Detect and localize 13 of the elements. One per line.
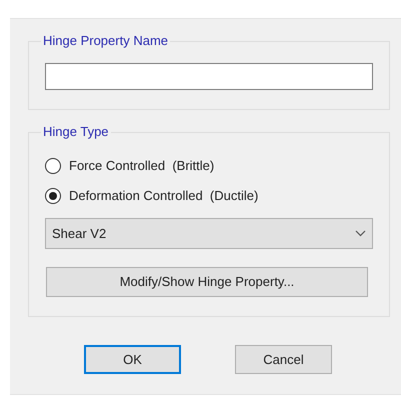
radio-label[interactable]: Deformation Controlled (Ductile) (69, 186, 258, 206)
chevron-down-icon (355, 230, 366, 237)
radio-button[interactable] (45, 158, 61, 174)
group-title: Hinge Type (41, 124, 111, 140)
modify-button[interactable]: Modify/Show Hinge Property... (46, 267, 368, 297)
dialog-button[interactable]: Cancel (235, 345, 332, 374)
dropdown-value: Shear V2 (52, 224, 106, 243)
group-title: Hinge Property Name (41, 33, 170, 49)
dropdown[interactable]: Shear V2 (45, 218, 373, 249)
dialog-button[interactable]: OK (84, 345, 181, 374)
radio-button[interactable] (45, 188, 61, 204)
radio-label[interactable]: Force Controlled (Brittle) (69, 156, 214, 176)
input-field[interactable] (45, 63, 373, 90)
